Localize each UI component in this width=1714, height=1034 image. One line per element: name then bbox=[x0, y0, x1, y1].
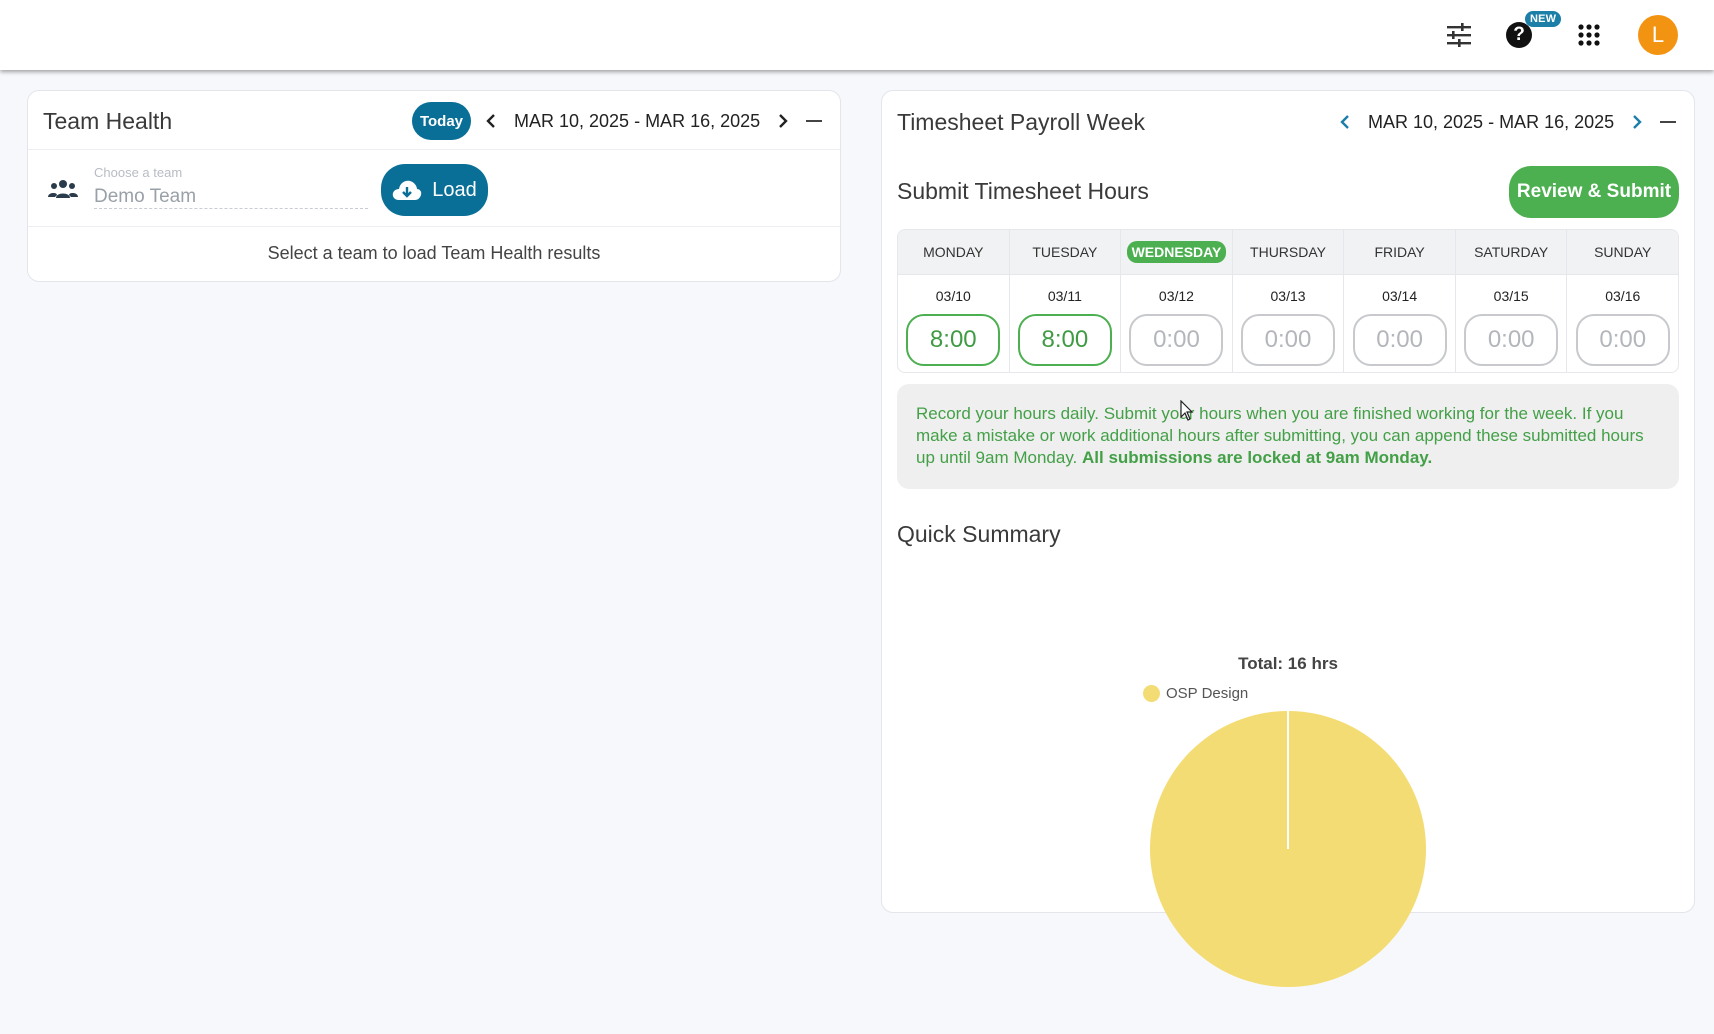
day-header: SATURDAY bbox=[1455, 230, 1567, 275]
day-name: WEDNESDAY bbox=[1126, 241, 1227, 263]
day-column-monday: MONDAY 03/10 8:00 bbox=[898, 230, 1010, 372]
day-column-friday: FRIDAY 03/14 0:00 bbox=[1344, 230, 1456, 372]
review-submit-button[interactable]: Review & Submit bbox=[1509, 166, 1679, 218]
day-date: 03/15 bbox=[1493, 288, 1529, 304]
day-column-thursday: THURSDAY 03/13 0:00 bbox=[1232, 230, 1345, 372]
chevron-right-icon[interactable] bbox=[772, 110, 794, 132]
avatar[interactable]: L bbox=[1638, 15, 1678, 55]
day-column-saturday: SATURDAY 03/15 0:00 bbox=[1455, 230, 1568, 372]
hours-input[interactable]: 8:00 bbox=[906, 314, 1001, 366]
timesheet-date-nav: MAR 10, 2025 - MAR 16, 2025 bbox=[1334, 111, 1648, 133]
day-date: 03/12 bbox=[1158, 288, 1194, 304]
quick-summary-title: Quick Summary bbox=[897, 521, 1061, 547]
day-header: FRIDAY bbox=[1344, 230, 1455, 275]
submit-hours-title: Submit Timesheet Hours bbox=[897, 178, 1149, 204]
chart-title: Total: 16 hrs bbox=[1238, 654, 1338, 673]
today-button[interactable]: Today bbox=[412, 102, 471, 140]
day-column-sunday: SUNDAY 03/16 0:00 bbox=[1567, 230, 1678, 372]
day-header: MONDAY bbox=[898, 230, 1009, 275]
new-badge: NEW bbox=[1525, 11, 1562, 27]
timesheet-title: Timesheet Payroll Week bbox=[897, 109, 1145, 135]
hours-input[interactable]: 8:00 bbox=[1017, 314, 1112, 366]
chevron-left-icon[interactable] bbox=[480, 110, 502, 132]
day-date: 03/14 bbox=[1382, 288, 1418, 304]
day-header: THURSDAY bbox=[1232, 230, 1344, 275]
team-select-value: Demo Team bbox=[94, 186, 197, 207]
mouse-cursor bbox=[1180, 399, 1194, 427]
hours-input[interactable]: 0:00 bbox=[1129, 314, 1224, 366]
team-health-card: Team Health Today MAR 10, 2025 - MAR 16,… bbox=[27, 90, 841, 282]
day-name: FRIDAY bbox=[1374, 244, 1425, 260]
hours-input[interactable]: 0:00 bbox=[1575, 314, 1670, 366]
day-name: TUESDAY bbox=[1032, 244, 1098, 260]
team-select-input[interactable]: Choose a team Demo Team bbox=[94, 165, 368, 209]
day-name: MONDAY bbox=[923, 244, 984, 260]
legend-swatch bbox=[1143, 685, 1160, 702]
day-header: SUNDAY bbox=[1567, 230, 1678, 275]
load-button[interactable]: Load bbox=[381, 164, 488, 216]
minimize-icon[interactable] bbox=[1660, 121, 1676, 123]
hours-input[interactable]: 0:00 bbox=[1464, 314, 1559, 366]
info-bold-text: All submissions are locked at 9am Monday… bbox=[1082, 448, 1433, 467]
minimize-icon[interactable] bbox=[806, 120, 822, 122]
quick-summary-chart: Total: 16 hrs OSP Design bbox=[882, 551, 1694, 987]
day-date: 03/11 bbox=[1047, 288, 1082, 304]
legend-label[interactable]: OSP Design bbox=[1166, 685, 1248, 702]
chevron-left-icon[interactable] bbox=[1334, 111, 1356, 133]
load-label: Load bbox=[432, 178, 477, 201]
day-header: WEDNESDAY bbox=[1121, 230, 1232, 275]
team-health-title: Team Health bbox=[43, 108, 173, 134]
info-notice: Record your hours daily. Submit your hou… bbox=[897, 384, 1679, 489]
apps-grid-icon[interactable] bbox=[1571, 17, 1607, 53]
day-column-tuesday: TUESDAY 03/11 8:00 bbox=[1009, 230, 1122, 372]
cloud-download-icon bbox=[393, 180, 422, 200]
divider bbox=[28, 149, 840, 150]
divider bbox=[28, 226, 840, 227]
pie-chart bbox=[1150, 711, 1426, 987]
day-name: THURSDAY bbox=[1250, 244, 1326, 260]
week-grid: MONDAY 03/10 8:00 TUESDAY 03/11 8:00 WEDNESDAY… bbox=[897, 229, 1679, 373]
chevron-right-icon[interactable] bbox=[1626, 111, 1648, 133]
hours-input[interactable]: 0:00 bbox=[1241, 314, 1336, 366]
chart-legend: OSP Design bbox=[1143, 685, 1248, 702]
top-bar: ? NEW L bbox=[0, 0, 1714, 70]
team-select-label: Choose a team bbox=[94, 165, 183, 180]
people-icon bbox=[48, 179, 78, 204]
team-health-date-range: MAR 10, 2025 - MAR 16, 2025 bbox=[514, 110, 761, 131]
day-column-wednesday: WEDNESDAY 03/12 0:00 bbox=[1121, 230, 1233, 372]
tune-icon[interactable] bbox=[1441, 17, 1477, 53]
team-health-date-nav: MAR 10, 2025 - MAR 16, 2025 bbox=[480, 110, 794, 132]
hours-input[interactable]: 0:00 bbox=[1352, 314, 1447, 366]
day-date: 03/16 bbox=[1605, 288, 1641, 304]
timesheet-card: Timesheet Payroll Week MAR 10, 2025 - MA… bbox=[881, 90, 1695, 987]
timesheet-date-range: MAR 10, 2025 - MAR 16, 2025 bbox=[1368, 111, 1615, 132]
team-health-empty-message: Select a team to load Team Health result… bbox=[267, 243, 601, 263]
day-name: SUNDAY bbox=[1594, 244, 1652, 260]
day-header: TUESDAY bbox=[1009, 230, 1121, 275]
day-date: 03/13 bbox=[1270, 288, 1306, 304]
day-name: SATURDAY bbox=[1474, 244, 1549, 260]
day-date: 03/10 bbox=[935, 288, 971, 304]
